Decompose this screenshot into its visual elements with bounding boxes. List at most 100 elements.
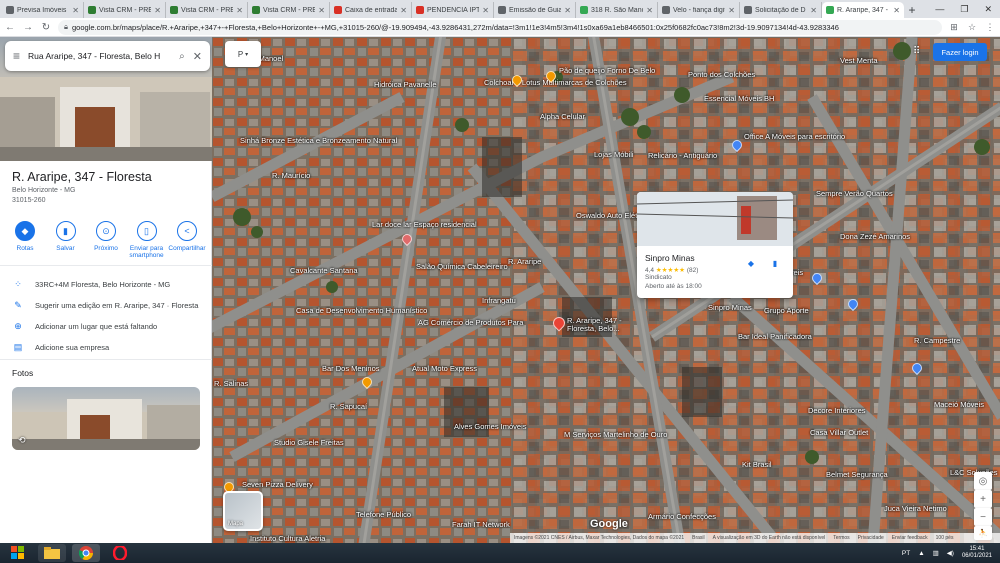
map-place-label[interactable]: Decore Interiores (808, 406, 866, 415)
browser-tab[interactable]: Caixa de entrada ✕ (330, 2, 412, 18)
map-place-label[interactable]: R. Campestre (914, 336, 960, 345)
back-arrow-icon[interactable]: ← (4, 22, 16, 33)
star-icon[interactable]: ☆ (966, 22, 978, 33)
map-place-label[interactable]: Salão Química Cabeleireiro (416, 262, 508, 271)
info-row[interactable]: ▤ Adicione sua empresa (12, 342, 109, 353)
tab-close-icon[interactable]: ✕ (72, 6, 79, 15)
map-place-label[interactable]: Essencial Móveis BH (704, 94, 774, 103)
network-icon[interactable]: ▥ (933, 549, 939, 557)
close-window-icon[interactable]: ✕ (984, 4, 992, 15)
map-place-label[interactable]: Office A Móveis para escritório (744, 132, 845, 141)
map-place-label[interactable]: Sinpro Minas (708, 303, 752, 312)
map-place-label[interactable]: Maceió Móveis (934, 400, 984, 409)
close-icon[interactable]: ✕ (193, 50, 202, 63)
menu-kebab-icon[interactable]: ⋮ (984, 22, 996, 33)
login-button[interactable]: Fazer login (933, 43, 987, 61)
map-place-label[interactable]: Belmet Segurança (826, 470, 888, 479)
chrome-icon[interactable] (72, 544, 100, 562)
browser-tab[interactable]: Previsa Imóveis ✕ (2, 2, 84, 18)
action-share-button[interactable]: < Compartilhar (168, 221, 206, 260)
map-place-label[interactable]: Juca Vieira Netimo (884, 504, 947, 513)
maximize-icon[interactable]: ❐ (960, 4, 968, 15)
map-place-label[interactable]: Cavalcante Santana (290, 266, 358, 275)
map-place-label[interactable]: M Serviços Martelinho de Ouro (564, 430, 667, 439)
map-place-label[interactable]: R. Sapucaí (330, 402, 367, 411)
map-place-label[interactable]: Armário Confecções (648, 512, 716, 521)
map-place-label[interactable]: Dona Zezé Amarinos (840, 232, 910, 241)
volume-icon[interactable]: ◀) (947, 549, 954, 557)
map-place-label[interactable]: Casa de Desenvolvimento Humanístico (296, 306, 427, 315)
info-row[interactable]: ✎ Sugerir uma edição em R. Araripe, 347 ·… (12, 300, 198, 311)
browser-tab[interactable]: Velo - fiança digit ✕ (658, 2, 740, 18)
map-place-label[interactable]: Farah IT Network (452, 520, 510, 529)
my-location-icon[interactable]: ◎ (974, 472, 992, 490)
map-place-label[interactable]: Seven Pizza Delivery (242, 480, 313, 489)
tab-close-icon[interactable]: ✕ (728, 6, 735, 15)
map-place-label[interactable]: Alpha Celular (540, 112, 585, 121)
action-send-to-phone-button[interactable]: ▯ Enviar para smartphone (128, 221, 166, 260)
layers-toggle[interactable]: Mapa (223, 491, 263, 531)
map-place-label[interactable]: AG Comércio de Produtos Para (418, 318, 523, 327)
map-place-label[interactable]: Relicário - Antiguário (648, 151, 717, 160)
tab-close-icon[interactable]: ✕ (564, 6, 571, 15)
street-view-thumbnail[interactable]: ⟲ (12, 387, 200, 450)
attribution-item[interactable]: Enviar feedback (892, 535, 928, 541)
map-place-label[interactable]: Telefone Público (356, 510, 411, 519)
minimize-icon[interactable]: — (935, 4, 944, 14)
opera-icon[interactable] (106, 544, 134, 562)
file-explorer-icon[interactable] (38, 544, 66, 562)
map-place-label[interactable]: Kit Brasil (742, 460, 772, 469)
map-place-label[interactable]: Ponto dos Colchões (688, 70, 755, 79)
browser-tab[interactable]: Vista CRM - PRE ✕ (84, 2, 166, 18)
tab-close-icon[interactable]: ✕ (318, 6, 325, 15)
tab-close-icon[interactable]: ✕ (400, 6, 407, 15)
info-row[interactable]: ⊕ Adicionar um lugar que está faltando (12, 321, 157, 332)
tab-close-icon[interactable]: ✕ (236, 6, 243, 15)
map-place-label[interactable]: Casa Villar Outlet (810, 428, 868, 437)
map-place-label[interactable]: Hidróica Pavanelle (374, 80, 437, 89)
map-place-label[interactable]: Lojas Móbili (594, 150, 634, 159)
map-place-label[interactable]: Bar Ideal Panificadora (738, 332, 812, 341)
clock[interactable]: 15:41 06/01/2021 (962, 546, 992, 560)
browser-tab[interactable]: Solicitação de D ✕ (740, 2, 822, 18)
browser-tab[interactable]: R. Araripe, 347 - ✕ (822, 2, 904, 18)
map-place-label[interactable]: R. Salinas (214, 379, 248, 388)
browser-tab[interactable]: Vista CRM - PRE ✕ (166, 2, 248, 18)
map-place-label[interactable]: Studio Gisele Freitas (274, 438, 344, 447)
browser-tab[interactable]: Vista CRM - PRE ✕ (248, 2, 330, 18)
browser-tab[interactable]: 318 R. São Manoel✕ (576, 2, 658, 18)
map-place-label[interactable]: Grupo Aporte (764, 306, 809, 315)
map-place-label[interactable]: Pão de queijo Forno De Belo (559, 66, 655, 75)
map-place-label[interactable]: Colchoaria Lotus Multimarcas de Colchões (484, 78, 627, 87)
search-box[interactable]: ≡ Rua Araripe, 347 - Floresta, Belo H ⌕ … (5, 41, 210, 71)
attribution-item[interactable]: 100 pés (936, 535, 954, 541)
extension-icon[interactable]: ⊞ (948, 22, 960, 33)
attribution-item[interactable]: Termos (833, 535, 849, 541)
map-place-label[interactable]: Infrangatu (482, 296, 516, 305)
map-place-label[interactable]: Vest Menta (840, 56, 878, 65)
map-place-label[interactable]: Instituto Cultura Aletria (250, 534, 325, 543)
apps-grid-icon[interactable]: ⠿ (913, 46, 920, 57)
tab-close-icon[interactable]: ✕ (154, 6, 161, 15)
tab-close-icon[interactable]: ✕ (810, 6, 817, 15)
bookmark-icon[interactable]: ▮ (767, 255, 783, 271)
tab-close-icon[interactable]: ✕ (893, 6, 900, 15)
map-place-label[interactable]: R. Araripe (508, 257, 541, 266)
map-place-label[interactable]: Bar Dos Meninos (322, 364, 380, 373)
action-nearby-button[interactable]: ⊙ Próximo (87, 221, 125, 260)
map-place-label[interactable]: R. Maurício (272, 171, 310, 180)
new-tab-button[interactable]: + (904, 2, 920, 18)
browser-tab[interactable]: PENDENCIA IPTU✕ (412, 2, 494, 18)
action-bookmark-button[interactable]: ▮ Salvar (47, 221, 85, 260)
language-indicator[interactable]: PT (902, 550, 910, 557)
url-bar[interactable]: 🔒︎ google.com.br/maps/place/R.+Araripe,+… (58, 19, 942, 35)
search-chip[interactable]: P ▾ (225, 41, 261, 67)
reload-icon[interactable]: ↻ (40, 22, 52, 33)
map-place-label[interactable]: Atual Moto Express (412, 364, 477, 373)
search-icon[interactable]: ⌕ (179, 51, 185, 62)
search-input[interactable]: Rua Araripe, 347 - Floresta, Belo H (28, 51, 171, 61)
tab-close-icon[interactable]: ✕ (482, 6, 489, 15)
tab-close-icon[interactable]: ✕ (646, 6, 653, 15)
map-place-label[interactable]: Sinhá Bronze Estética e Bronzeamento Nat… (240, 136, 397, 145)
map-place-label[interactable]: Alves Gomes Imóveis (454, 422, 527, 431)
